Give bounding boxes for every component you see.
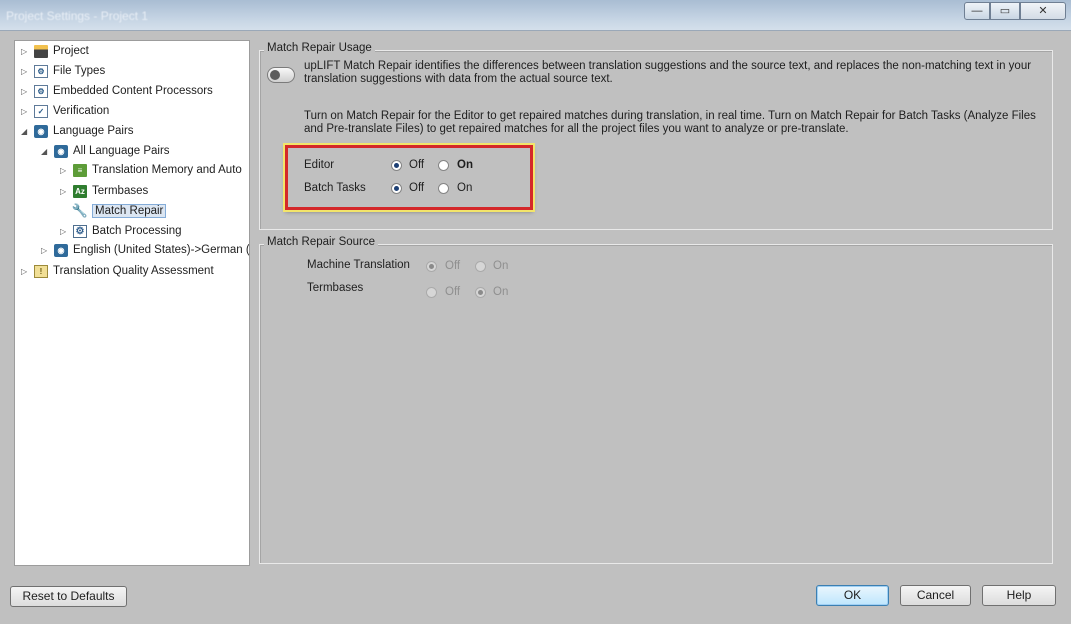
- tree-item-label: Project: [53, 45, 89, 57]
- match-repair-source-title: Match Repair Source: [264, 236, 379, 248]
- help-button[interactable]: Help: [982, 585, 1056, 606]
- tree-item-batch-processing[interactable]: ▷ ⚙ Batch Processing: [60, 221, 182, 241]
- tree-item-label: Verification: [53, 105, 110, 117]
- tree-item-termbases[interactable]: ▷ Az Termbases: [60, 181, 148, 201]
- termbases-source-label: Termbases: [307, 282, 364, 294]
- machine-translation-off-label[interactable]: Off: [445, 260, 460, 272]
- minimize-button[interactable]: —: [964, 2, 990, 20]
- file-types-icon: ⚙: [34, 64, 48, 78]
- language-pairs-icon: ◉: [34, 124, 48, 138]
- tree-item-label: Batch Processing: [92, 225, 182, 237]
- tree-item-translation-memory[interactable]: ▷ ≡ Translation Memory and Auto: [60, 160, 242, 180]
- window-title: Project Settings - Project 1: [6, 9, 149, 23]
- settings-tree[interactable]: ▷ Project ▷ ⚙ File Types ▷ ⚙ Embedded Co…: [14, 40, 250, 566]
- tree-item-label: All Language Pairs: [73, 145, 170, 157]
- expand-icon[interactable]: ▷: [21, 87, 30, 96]
- usage-instructions: Turn on Match Repair for the Editor to g…: [304, 110, 1036, 135]
- translation-memory-icon: ≡: [73, 163, 87, 177]
- expand-icon[interactable]: ▷: [60, 166, 69, 175]
- termbases-on-radio[interactable]: [475, 287, 486, 298]
- verification-icon: ✓: [34, 104, 48, 118]
- machine-translation-label: Machine Translation: [307, 259, 410, 271]
- gear-icon: ⚙: [73, 224, 87, 238]
- language-pairs-icon: ◉: [54, 243, 68, 257]
- tree-item-label: Embedded Content Processors: [53, 85, 213, 97]
- close-button[interactable]: ✕: [1020, 2, 1066, 20]
- collapse-icon[interactable]: ◢: [21, 127, 30, 136]
- expand-icon[interactable]: ▷: [21, 47, 30, 56]
- expand-icon[interactable]: ▷: [21, 107, 30, 116]
- expand-icon[interactable]: ▷: [21, 267, 30, 276]
- tree-item-label: Match Repair: [92, 204, 167, 218]
- tree-item-quality-assessment[interactable]: ▷ ! Translation Quality Assessment: [21, 261, 214, 281]
- tree-item-match-repair[interactable]: 🔧 Match Repair: [71, 201, 167, 221]
- termbases-off-label[interactable]: Off: [445, 286, 460, 298]
- tree-item-label: Translation Memory and Auto: [92, 164, 242, 176]
- machine-translation-off-radio[interactable]: [426, 261, 437, 272]
- termbases-icon: Az: [73, 184, 87, 198]
- tree-item-label: English (United States)->German (: [73, 244, 250, 256]
- expand-icon[interactable]: ▷: [60, 187, 69, 196]
- machine-translation-on-radio[interactable]: [475, 261, 486, 272]
- tree-item-verification[interactable]: ▷ ✓ Verification: [21, 101, 109, 121]
- highlight-annotation-box: [285, 145, 533, 210]
- match-repair-source-group: [259, 244, 1053, 564]
- tree-item-all-language-pairs[interactable]: ◢ ◉ All Language Pairs: [41, 141, 170, 161]
- quality-assessment-icon: !: [34, 264, 48, 278]
- collapse-icon[interactable]: ◢: [41, 147, 50, 156]
- expand-icon[interactable]: ▷: [60, 227, 69, 236]
- tree-item-project[interactable]: ▷ Project: [21, 41, 89, 61]
- expand-icon[interactable]: ▷: [41, 246, 50, 255]
- tree-item-english-german[interactable]: ▷ ◉ English (United States)->German (: [41, 240, 250, 260]
- match-repair-usage-title: Match Repair Usage: [264, 42, 375, 54]
- termbases-off-radio[interactable]: [426, 287, 437, 298]
- title-bar: Project Settings - Project 1 — ▭ ✕: [0, 0, 1071, 31]
- reset-to-defaults-button[interactable]: Reset to Defaults: [10, 586, 127, 607]
- expand-icon[interactable]: ▷: [21, 67, 30, 76]
- toggle-knob: [270, 70, 280, 80]
- termbases-on-label[interactable]: On: [493, 286, 508, 298]
- tree-item-label: Language Pairs: [53, 125, 134, 137]
- tree-item-embedded-content[interactable]: ▷ ⚙ Embedded Content Processors: [21, 81, 213, 101]
- embedded-content-icon: ⚙: [34, 84, 48, 98]
- maximize-button[interactable]: ▭: [990, 2, 1020, 20]
- tree-item-label: File Types: [53, 65, 106, 77]
- tree-item-file-types[interactable]: ▷ ⚙ File Types: [21, 61, 105, 81]
- usage-description: upLIFT Match Repair identifies the diffe…: [304, 60, 1032, 85]
- project-icon: [34, 44, 48, 58]
- cancel-button[interactable]: Cancel: [900, 585, 971, 606]
- machine-translation-on-label[interactable]: On: [493, 260, 508, 272]
- tree-item-label: Termbases: [92, 185, 149, 197]
- language-pairs-icon: ◉: [54, 144, 68, 158]
- tree-item-language-pairs[interactable]: ◢ ◉ Language Pairs: [21, 121, 134, 141]
- ok-button[interactable]: OK: [816, 585, 889, 606]
- tree-item-label: Translation Quality Assessment: [53, 265, 214, 277]
- match-repair-toggle[interactable]: [267, 67, 295, 83]
- wrench-icon: 🔧: [71, 203, 89, 218]
